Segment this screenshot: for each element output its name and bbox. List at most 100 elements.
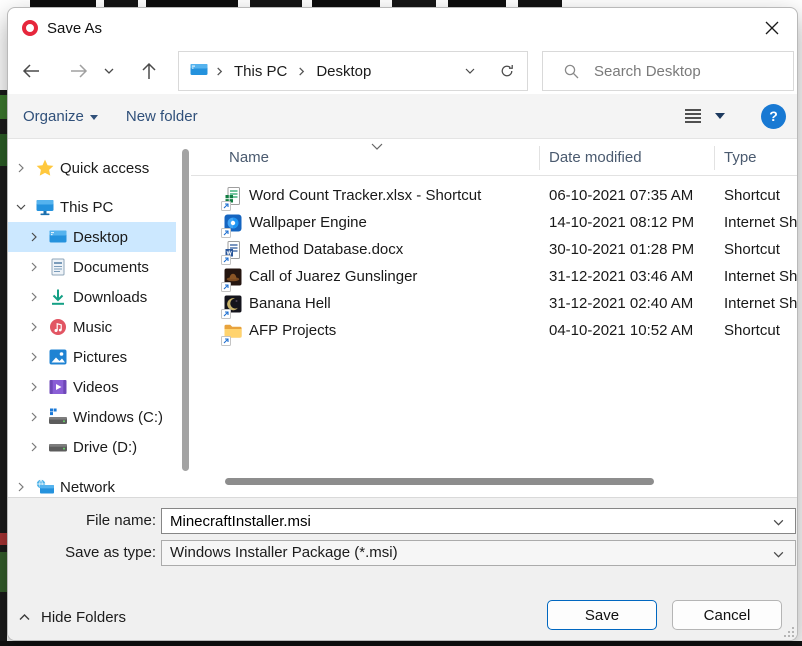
refresh-icon xyxy=(501,65,513,77)
network-icon xyxy=(35,477,55,497)
sidebar-item-this-pc[interactable]: This PC xyxy=(8,192,176,222)
address-dropdown-button[interactable] xyxy=(453,52,487,90)
shortcut-arrow-icon xyxy=(221,279,231,292)
help-button[interactable]: ? xyxy=(761,103,786,129)
sidebar-item-documents[interactable]: Documents xyxy=(8,252,176,282)
navigation-pane: Quick access This PC Desktop Documents D xyxy=(8,139,189,497)
search-input[interactable] xyxy=(594,62,793,80)
shortcut-arrow-icon xyxy=(221,252,231,265)
cancel-button[interactable]: Cancel xyxy=(672,600,782,630)
sidebar-item-pictures[interactable]: Pictures xyxy=(8,342,176,372)
sidebar-item-label: Documents xyxy=(73,258,149,276)
file-name-input[interactable] xyxy=(162,509,795,533)
address-bar[interactable]: This PC Desktop xyxy=(178,51,528,91)
file-date: 30-10-2021 01:28 PM xyxy=(549,241,695,258)
close-button[interactable] xyxy=(755,12,789,44)
sidebar-item-windows-c[interactable]: Windows (C:) xyxy=(8,402,176,432)
opera-logo-icon xyxy=(22,20,38,36)
navigation-bar: This PC Desktop xyxy=(8,48,797,94)
save-as-type-select[interactable]: Windows Installer Package (*.msi) xyxy=(161,540,796,566)
file-row[interactable]: Call of Juarez Gunslinger 31-12-2021 03:… xyxy=(191,264,797,292)
back-button[interactable] xyxy=(16,56,46,86)
new-folder-button[interactable]: New folder xyxy=(126,108,198,125)
file-type: Shortcut xyxy=(724,187,780,204)
sidebar-item-desktop[interactable]: Desktop xyxy=(8,222,176,252)
file-type: Internet Shortcut xyxy=(724,268,797,285)
organize-button[interactable]: Organize xyxy=(23,108,98,125)
folder-shortcut-icon xyxy=(221,321,243,346)
file-row[interactable]: Wallpaper Engine 14-10-2021 08:12 PM Int… xyxy=(191,210,797,238)
chevron-right-icon[interactable] xyxy=(16,163,26,173)
file-row[interactable]: AFP Projects 04-10-2021 10:52 AM Shortcu… xyxy=(191,318,797,346)
view-options-dropdown-icon[interactable] xyxy=(715,113,725,119)
word-shortcut-icon xyxy=(221,240,243,265)
hide-folders-button[interactable]: Hide Folders xyxy=(18,602,126,632)
file-type: Shortcut xyxy=(724,322,780,339)
chevron-right-icon[interactable] xyxy=(29,412,39,422)
content-area: Quick access This PC Desktop Documents D xyxy=(8,139,797,497)
chevron-right-icon[interactable] xyxy=(29,382,39,392)
sidebar-item-quick-access[interactable]: Quick access xyxy=(8,153,176,183)
chevron-down-icon[interactable] xyxy=(772,516,785,533)
file-date: 04-10-2021 10:52 AM xyxy=(549,322,694,339)
file-row[interactable]: Word Count Tracker.xlsx - Shortcut 06-10… xyxy=(191,183,797,211)
sort-direction-icon xyxy=(370,139,384,156)
refresh-button[interactable] xyxy=(487,52,527,90)
file-type: Shortcut xyxy=(724,241,780,258)
column-header-date-modified[interactable]: Date modified xyxy=(549,149,642,166)
file-name: Call of Juarez Gunslinger xyxy=(249,268,418,285)
chevron-down-icon xyxy=(772,548,785,565)
up-button[interactable] xyxy=(134,56,164,86)
file-list: Name Date modified Type Word Count Track… xyxy=(191,139,797,497)
cancel-button-label: Cancel xyxy=(703,606,751,624)
forward-button[interactable] xyxy=(64,56,94,86)
resize-grip[interactable] xyxy=(783,626,794,637)
sidebar-item-music[interactable]: Music xyxy=(8,312,176,342)
sidebar-item-drive-d[interactable]: Drive (D:) xyxy=(8,432,176,462)
chevron-down-icon[interactable] xyxy=(16,202,26,212)
breadcrumb-this-pc[interactable]: This PC xyxy=(230,63,291,80)
file-date: 31-12-2021 02:40 AM xyxy=(549,295,694,312)
search-icon xyxy=(564,64,579,78)
column-header-name[interactable]: Name xyxy=(229,149,269,166)
chevron-right-icon[interactable] xyxy=(29,322,39,332)
windows-drive-icon xyxy=(48,407,68,427)
column-header-type[interactable]: Type xyxy=(724,149,757,166)
file-row[interactable]: Banana Hell 31-12-2021 02:40 AM Internet… xyxy=(191,291,797,319)
file-row[interactable]: Method Database.docx 30-10-2021 01:28 PM… xyxy=(191,237,797,265)
save-button[interactable]: Save xyxy=(547,600,657,630)
help-label: ? xyxy=(769,108,778,124)
sidebar-item-label: Videos xyxy=(73,378,119,396)
shortcut-arrow-icon xyxy=(221,198,231,211)
file-type: Internet Shortcut xyxy=(724,295,797,312)
window-title: Save As xyxy=(47,19,103,37)
sidebar-item-network[interactable]: Network xyxy=(8,472,176,497)
sidebar-scrollbar[interactable] xyxy=(182,149,189,471)
chevron-right-icon[interactable] xyxy=(16,482,26,492)
game-shortcut-icon xyxy=(221,267,243,292)
chevron-right-icon[interactable] xyxy=(29,352,39,362)
column-divider[interactable] xyxy=(714,146,715,170)
horizontal-scrollbar[interactable] xyxy=(225,478,654,485)
save-as-dialog: Save As This PC Desktop Search Desktop O… xyxy=(7,7,798,641)
column-divider[interactable] xyxy=(539,146,540,170)
close-icon xyxy=(765,21,779,35)
drive-icon xyxy=(48,437,68,457)
chevron-right-icon[interactable] xyxy=(29,232,39,242)
this-pc-icon xyxy=(35,197,55,217)
forward-arrow-icon xyxy=(71,64,88,78)
pictures-icon xyxy=(48,347,68,367)
breadcrumb-desktop[interactable]: Desktop xyxy=(312,63,375,80)
recent-locations-button[interactable] xyxy=(98,56,120,86)
file-date: 14-10-2021 08:12 PM xyxy=(549,214,695,231)
sidebar-item-label: Downloads xyxy=(73,288,148,306)
title-bar: Save As xyxy=(8,8,797,48)
music-icon xyxy=(48,317,68,337)
sidebar-item-downloads[interactable]: Downloads xyxy=(8,282,176,312)
chevron-right-icon[interactable] xyxy=(29,442,39,452)
chevron-right-icon[interactable] xyxy=(29,262,39,272)
desktop-icon xyxy=(48,227,68,247)
chevron-right-icon[interactable] xyxy=(29,292,39,302)
sidebar-item-videos[interactable]: Videos xyxy=(8,372,176,402)
change-view-button[interactable] xyxy=(680,103,706,129)
